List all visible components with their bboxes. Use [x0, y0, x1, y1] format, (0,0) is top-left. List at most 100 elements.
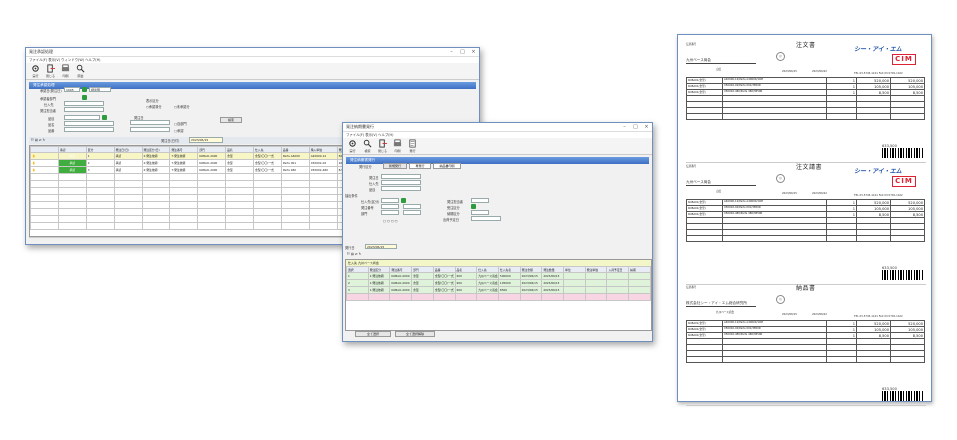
company-logo-text: シー・アイ・エム — [854, 168, 902, 175]
buyer-label: 仕入先 — [44, 103, 54, 107]
order-no-from[interactable] — [381, 204, 399, 209]
toolbar-button-4[interactable]: 発行 — [406, 138, 419, 153]
item-field[interactable] — [64, 115, 100, 120]
table-cell: 7:発注依頼 — [169, 152, 199, 160]
select-all-button[interactable]: 全て選択 — [355, 331, 391, 337]
order-no-to[interactable] — [403, 204, 421, 209]
toolbar-button-3[interactable]: 印刷 — [391, 138, 404, 153]
issue-type-label: 発行区分 — [359, 165, 372, 169]
table-cell: 九州ベース商会 — [476, 272, 499, 280]
toolbar-button-0[interactable]: 実行 — [29, 63, 42, 78]
contact-person: 九州ベース商会 — [716, 311, 735, 314]
item-field[interactable] — [381, 186, 421, 191]
window-titlebar: 発注納期書発行 – □ × — [343, 123, 652, 132]
range-from-field[interactable] — [130, 120, 170, 125]
search-button[interactable]: 検索 — [220, 117, 242, 123]
buyer-type-field[interactable] — [381, 198, 399, 203]
tab-reissue[interactable]: 再発行 — [409, 163, 431, 169]
deselect-all-button[interactable]: 全て選択解除 — [395, 331, 435, 337]
buyer-field[interactable] — [64, 101, 104, 106]
search-icon[interactable] — [471, 204, 476, 209]
grid-tool-icons[interactable]: ☷ ▤ ⇄ ↻ — [347, 252, 361, 256]
table-cell: KOBAO-2000 — [197, 152, 227, 160]
tab-delivery-print[interactable]: 納品書印刷 — [433, 163, 461, 169]
search-icon[interactable] — [102, 115, 107, 120]
company-logo-text: シー・アイ・エム — [854, 46, 902, 53]
slip-no-label: 伝票番号 — [686, 43, 697, 46]
dept-from[interactable] — [381, 210, 399, 215]
issue-date-field[interactable]: 2023/06/15 — [365, 244, 397, 249]
buyer-label: 仕入先 — [369, 182, 379, 186]
filter-panel: 発注日 仕入先 品目 抽出条件 仕入先(区分) 発注番号 部門 □ ○ ○ ○ … — [343, 173, 652, 243]
radio-approved[interactable]: ○承認済分 — [146, 104, 162, 109]
item-code-label: 品番 — [48, 129, 55, 133]
approval-date-label: 承認日(発注日) — [40, 89, 62, 93]
issue-date: 2023/06/15 — [782, 192, 797, 195]
orderer-field[interactable] — [64, 107, 104, 112]
table-cell: X50002-02 — [308, 159, 338, 167]
buyer-field[interactable] — [381, 180, 421, 185]
approve-tag[interactable]: 承認 — [57, 166, 87, 174]
item-name-field[interactable] — [64, 121, 114, 126]
table-cell: KOBAO-2000 — [389, 272, 413, 280]
tel-fax: TEL 03-5745-1101 FAX 03-5745-1102 — [854, 315, 903, 318]
period-field[interactable]: 2023/06/15 — [189, 137, 223, 143]
table-row[interactable]: 2 1:発注依頼 KOBAO-2000 金型 金型(〇〇)一式 900 九州ベース商会 105… — [346, 279, 651, 287]
dept-to[interactable] — [403, 210, 421, 215]
checkbox-approve[interactable]: □承認 — [174, 128, 183, 133]
approve-tag[interactable]: 承認 — [57, 159, 87, 167]
table-cell: 2023/06/15 — [519, 272, 543, 280]
rep-field[interactable] — [471, 198, 489, 203]
checkbox-own-dept[interactable]: □自部門 — [174, 121, 187, 126]
item-code-field[interactable] — [64, 127, 114, 132]
tab-new-issue[interactable]: 新規発行 — [383, 163, 407, 169]
maximize-button[interactable]: □ — [457, 49, 468, 55]
window-titlebar: 発注承認処理 – □ × — [26, 48, 479, 57]
table-cell: 7:発注依頼 — [169, 159, 199, 167]
table-cell: 1:発注依頼 — [367, 272, 391, 280]
range-to-field[interactable] — [130, 127, 170, 132]
table-cell: Parts 480 — [280, 166, 310, 174]
table-cell: KOBAO-2000 — [389, 286, 413, 294]
table-cell: X50002-480 — [308, 166, 338, 174]
delivery-field[interactable] — [471, 210, 489, 215]
table-cell: 2:発注依頼 — [141, 152, 171, 160]
table-cell: 金型(〇〇)一式 — [253, 152, 282, 160]
dept-code-field[interactable]: 1005 — [64, 87, 80, 92]
cim-stamp: CIM — [892, 54, 916, 65]
toolbar-button-label: 発行 — [409, 148, 416, 153]
table-cell: 900 — [454, 279, 478, 287]
document-icon — [408, 139, 417, 149]
print-icon — [61, 64, 70, 74]
shipment-field[interactable] — [471, 216, 501, 221]
close-button[interactable]: × — [641, 124, 652, 130]
toolbar-button-1[interactable]: 閉じる — [44, 63, 57, 78]
minimize-button[interactable]: – — [619, 124, 630, 130]
table-cell: 8500 — [497, 286, 521, 294]
period-field[interactable] — [381, 174, 421, 179]
search-icon[interactable] — [82, 87, 87, 92]
toolbar-button-3[interactable]: 照会 — [74, 63, 87, 78]
toolbar-button-label: 印刷 — [62, 73, 69, 78]
table-row[interactable]: 1 1:発注依頼 KOBAO-2000 金型 金型(〇〇)一式 900 九州ベース商会 500… — [346, 272, 651, 280]
minimize-button[interactable]: – — [446, 49, 457, 55]
empty-line-row — [686, 235, 925, 242]
radio-unapproved[interactable]: ○未承認分 — [174, 104, 190, 109]
grid-tool-icons[interactable]: ☷ ▤ ⇄ ↻ — [31, 138, 45, 142]
toolbar-button-0[interactable]: 実行 — [346, 138, 359, 153]
exit-icon — [378, 138, 387, 149]
toolbar-button-2[interactable]: 閉じる — [376, 138, 389, 153]
checkbox-group-1[interactable]: □ ○ ○ ○ — [383, 219, 397, 223]
search-icon[interactable] — [401, 198, 406, 203]
approve-tag[interactable]: 承認 — [57, 152, 87, 160]
search-icon[interactable] — [82, 95, 87, 100]
row-icon: ✋ — [30, 152, 59, 160]
table-row[interactable]: 3 1:発注依頼 KOBAO-2000 金型 金型(〇〇)一式 900 九州ベース商会 850… — [346, 286, 651, 294]
toolbar-button-1[interactable]: 検索 — [361, 138, 374, 153]
display-type-label: 表示区分 — [146, 99, 159, 103]
close-button[interactable]: × — [468, 49, 479, 55]
table-cell: 900 — [454, 272, 478, 280]
toolbar-button-2[interactable]: 印刷 — [59, 63, 72, 78]
table-cell: KOBAO-2000 — [389, 279, 413, 287]
maximize-button[interactable]: □ — [630, 124, 641, 130]
